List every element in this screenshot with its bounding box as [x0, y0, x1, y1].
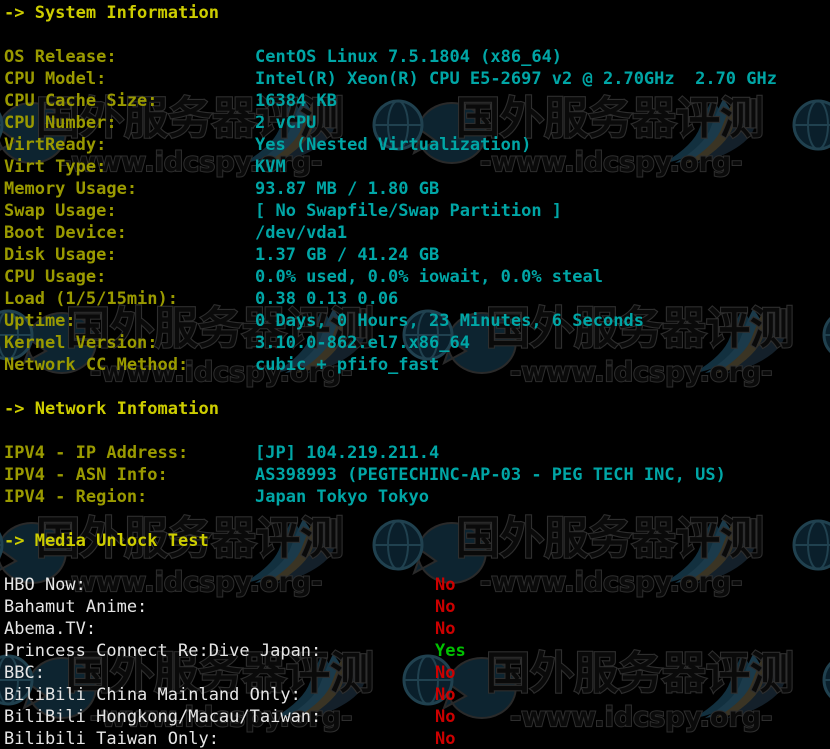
info-row: Princess Connect Re:Dive Japan: Yes [4, 640, 466, 662]
info-row-value: No [435, 597, 456, 617]
info-row-label: Load (1/5/15min): [4, 289, 178, 309]
info-row-value: Japan Tokyo Tokyo [255, 487, 429, 507]
info-row-label: CPU Cache Size: [4, 91, 158, 111]
watermark-idcspy: 国外服务器评测-www.idcspy.org- [780, 85, 830, 205]
info-row-value: No [435, 729, 456, 749]
info-row-value: 93.87 MB / 1.80 GB [255, 179, 440, 199]
info-row-label: VirtReady: [4, 135, 107, 155]
info-row-value: No [435, 663, 456, 683]
info-row: BBC: No [4, 662, 455, 684]
info-row-label: HBO Now: [4, 575, 86, 595]
info-row-label: Uptime: [4, 311, 76, 331]
info-row-value: 1.37 GB / 41.24 GB [255, 245, 440, 265]
info-row-label: IPV4 - IP Address: [4, 443, 189, 463]
svg-text:国外服务器评测: 国外服务器评测 [486, 648, 794, 699]
info-row-value: KVM [255, 157, 286, 177]
info-row: CPU Model: Intel(R) Xeon(R) CPU E5-2697 v… [4, 68, 777, 90]
svg-text:国外服务器评测: 国外服务器评测 [456, 513, 764, 564]
info-row-value: 0.38 0.13 0.06 [255, 289, 399, 309]
info-row-label: Bahamut Anime: [4, 597, 148, 617]
info-row-value: 2 vCPU [255, 113, 317, 133]
info-row-value: CentOS Linux 7.5.1804 (x86_64) [255, 47, 563, 67]
info-row: Uptime: 0 Days, 0 Hours, 23 Minutes, 6 Se… [4, 310, 644, 332]
info-row-label: Boot Device: [4, 223, 127, 243]
network-information-heading: -> Network Infomation [4, 399, 219, 419]
svg-text:-www.idcspy.org-: -www.idcspy.org- [510, 357, 772, 388]
info-row: IPV4 - IP Address: [JP] 104.219.211.4 [4, 442, 439, 464]
info-row-value: No [435, 685, 456, 705]
info-row: IPV4 - Region: Japan Tokyo Tokyo [4, 486, 429, 508]
info-row-label: Memory Usage: [4, 179, 138, 199]
info-row: Network CC Method: cubic + pfifo_fast [4, 354, 439, 376]
info-row-label: BiliBili Hongkong/Macau/Taiwan: [4, 707, 322, 727]
info-row: Virt Type: KVM [4, 156, 286, 178]
system-information-heading: -> System Information [4, 3, 219, 23]
watermark-idcspy: 国外服务器评测-www.idcspy.org- [780, 505, 830, 625]
info-row-label: Disk Usage: [4, 245, 117, 265]
info-row-value: 0.0% used, 0.0% iowait, 0.0% steal [255, 267, 603, 287]
info-row: HBO Now: No [4, 574, 455, 596]
info-row-value: Intel(R) Xeon(R) CPU E5-2697 v2 @ 2.70GH… [255, 69, 777, 89]
info-row-label: IPV4 - ASN Info: [4, 465, 168, 485]
info-row: Disk Usage: 1.37 GB / 41.24 GB [4, 244, 439, 266]
info-row-label: CPU Usage: [4, 267, 107, 287]
info-row: Abema.TV: No [4, 618, 455, 640]
info-row-label: CPU Model: [4, 69, 107, 89]
info-row-label: BBC: [4, 663, 45, 683]
info-row-label: Bilibili Taiwan Only: [4, 729, 219, 749]
info-row-value: 0 Days, 0 Hours, 23 Minutes, 6 Seconds [255, 311, 644, 331]
info-row-value: Yes (Nested Virtualization) [255, 135, 532, 155]
info-row-label: Virt Type: [4, 157, 107, 177]
info-row-label: Abema.TV: [4, 619, 97, 639]
info-row-label: Princess Connect Re:Dive Japan: [4, 641, 322, 661]
watermark-idcspy: 国外服务器评测-www.idcspy.org- [810, 295, 830, 415]
info-row: CPU Usage: 0.0% used, 0.0% iowait, 0.0% s… [4, 266, 603, 288]
info-row-value: cubic + pfifo_fast [255, 355, 440, 375]
info-row-label: Swap Usage: [4, 201, 117, 221]
info-row-label: Network CC Method: [4, 355, 189, 375]
watermark-idcspy: 国外服务器评测-www.idcspy.org- [810, 640, 830, 749]
info-row: Kernel Version: 3.10.0-862.el7.x86_64 [4, 332, 470, 354]
info-row-label: IPV4 - Region: [4, 487, 148, 507]
info-row-label: CPU Number: [4, 113, 117, 133]
media-unlock-test-heading: -> Media Unlock Test [4, 531, 209, 551]
info-row: Bahamut Anime: No [4, 596, 455, 618]
info-row: Swap Usage: [ No Swapfile/Swap Partition … [4, 200, 562, 222]
info-row: Bilibili Taiwan Only: No [4, 728, 455, 749]
info-row-label: Kernel Version: [4, 333, 158, 353]
info-row-value: [ No Swapfile/Swap Partition ] [255, 201, 563, 221]
info-row: CPU Number: 2 vCPU [4, 112, 316, 134]
svg-text:-www.idcspy.org-: -www.idcspy.org- [480, 567, 742, 598]
info-row: OS Release: CentOS Linux 7.5.1804 (x86_64… [4, 46, 562, 68]
info-row: VirtReady: Yes (Nested Virtualization) [4, 134, 531, 156]
info-row: Memory Usage: 93.87 MB / 1.80 GB [4, 178, 439, 200]
info-row: BiliBili China Mainland Only: No [4, 684, 455, 706]
info-row-value: No [435, 707, 456, 727]
info-row-value: Yes [435, 641, 466, 661]
terminal-window: 国外服务器评测 -www.idcspy.org- 国外服务器评测 -www.idcsp… [0, 0, 830, 749]
info-row-value: /dev/vda1 [255, 223, 348, 243]
info-row: Boot Device: /dev/vda1 [4, 222, 347, 244]
svg-text:-www.idcspy.org-: -www.idcspy.org- [510, 702, 772, 733]
info-row-value: [JP] 104.219.211.4 [255, 443, 440, 463]
info-row-label: OS Release: [4, 47, 117, 67]
info-row: IPV4 - ASN Info: AS398993 (PEGTECHINC-AP-… [4, 464, 726, 486]
info-row: BiliBili Hongkong/Macau/Taiwan: No [4, 706, 455, 728]
info-row-value: AS398993 (PEGTECHINC-AP-03 - PEG TECH IN… [255, 465, 726, 485]
info-row-value: No [435, 575, 456, 595]
info-row-value: 16384 KB [255, 91, 337, 111]
info-row: CPU Cache Size: 16384 KB [4, 90, 337, 112]
info-row-value: No [435, 619, 456, 639]
info-row-value: 3.10.0-862.el7.x86_64 [255, 333, 470, 353]
info-row-label: BiliBili China Mainland Only: [4, 685, 301, 705]
info-row: Load (1/5/15min): 0.38 0.13 0.06 [4, 288, 398, 310]
